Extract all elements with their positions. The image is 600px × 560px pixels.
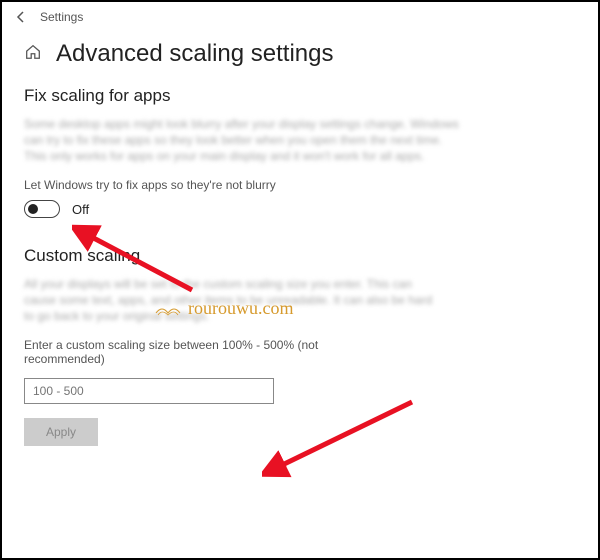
home-icon[interactable] [24, 43, 42, 66]
custom-scaling-input[interactable] [24, 378, 274, 404]
custom-scaling-input-label: Enter a custom scaling size between 100%… [24, 338, 324, 366]
fix-scaling-description: Some desktop apps might look blurry afte… [24, 116, 464, 164]
page-content: Advanced scaling settings Fix scaling fo… [2, 26, 598, 452]
apply-button[interactable]: Apply [24, 418, 98, 446]
section-fix-scaling: Fix scaling for apps [24, 86, 576, 106]
section-custom-scaling: Custom scaling [24, 246, 576, 266]
back-icon[interactable] [14, 10, 28, 24]
custom-scaling-description: All your displays will be set to the cus… [24, 276, 444, 324]
window-header: Settings [2, 2, 598, 26]
header-title: Settings [40, 10, 83, 24]
fix-scaling-toggle[interactable] [24, 200, 60, 218]
toggle-caption: Let Windows try to fix apps so they're n… [24, 178, 444, 192]
page-title: Advanced scaling settings [56, 40, 334, 68]
toggle-value: Off [72, 202, 89, 217]
